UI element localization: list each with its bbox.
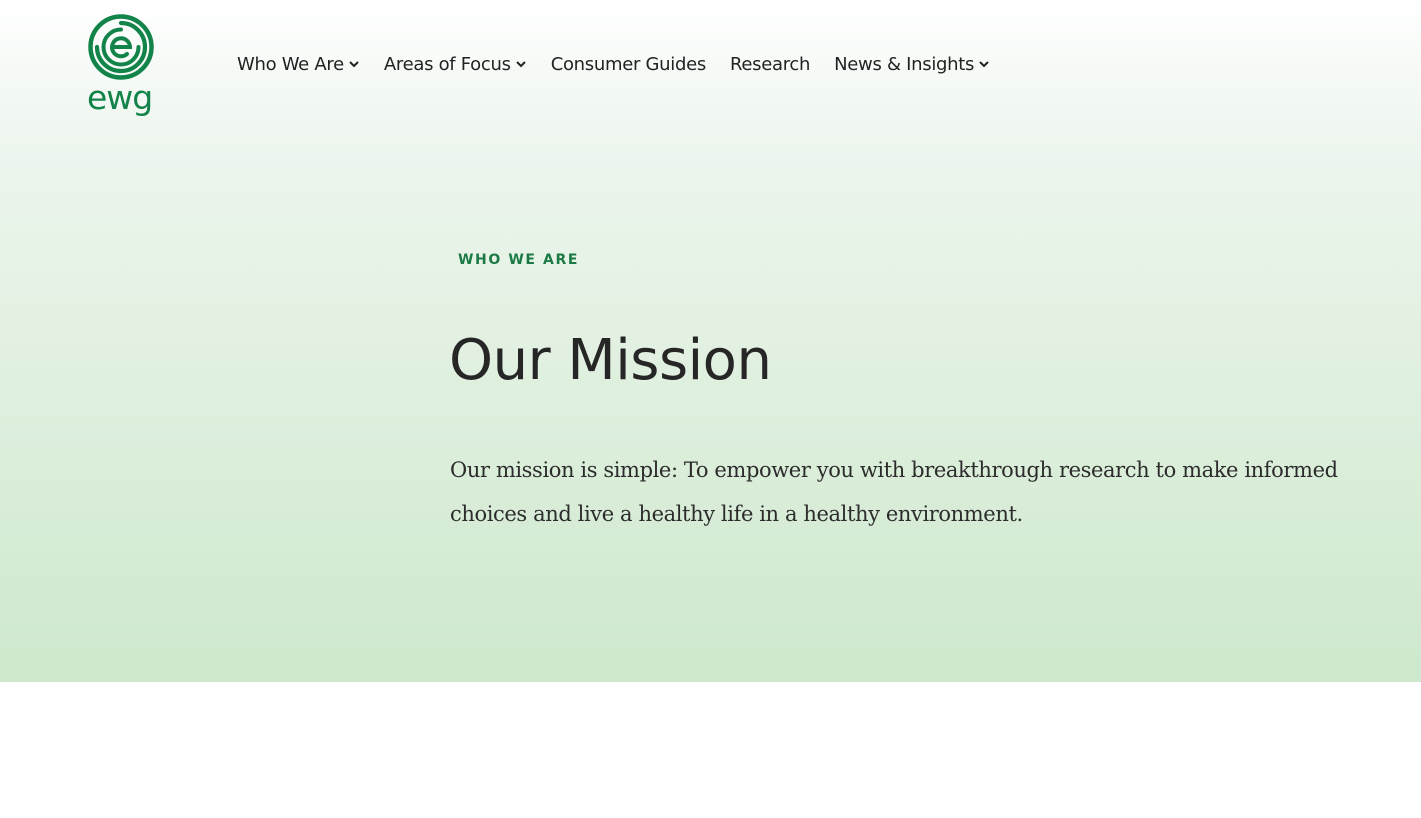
- chevron-down-icon: [349, 61, 359, 68]
- section-eyebrow: WHO WE ARE: [458, 252, 579, 268]
- nav-item-areas-of-focus[interactable]: Areas of Focus: [384, 54, 527, 75]
- ewg-logo[interactable]: ewg: [86, 14, 156, 118]
- nav-item-who-we-are[interactable]: Who We Are: [237, 54, 360, 75]
- ewg-spiral-icon: [88, 14, 154, 80]
- chevron-down-icon: [515, 61, 526, 68]
- nav-item-research[interactable]: Research: [730, 54, 810, 75]
- nav-item-label: Areas of Focus: [383, 53, 511, 75]
- nav-item-news-insights[interactable]: News & Insights: [834, 54, 990, 75]
- chevron-down-icon: [979, 61, 989, 68]
- page-title: Our Mission: [449, 328, 772, 393]
- nav-item-label: News & Insights: [834, 53, 975, 75]
- mission-statement: Our mission is simple: To empower you wi…: [450, 458, 1338, 526]
- nav-item-label: Who We Are: [237, 53, 344, 75]
- main-nav: Who We Are Areas of Focus Consumer Guide…: [237, 50, 1014, 78]
- nav-item-consumer-guides[interactable]: Consumer Guides: [550, 53, 707, 75]
- nav-item-label: Research: [729, 53, 811, 75]
- ewg-logo-text: ewg: [87, 78, 153, 117]
- nav-item-label: Consumer Guides: [550, 53, 707, 75]
